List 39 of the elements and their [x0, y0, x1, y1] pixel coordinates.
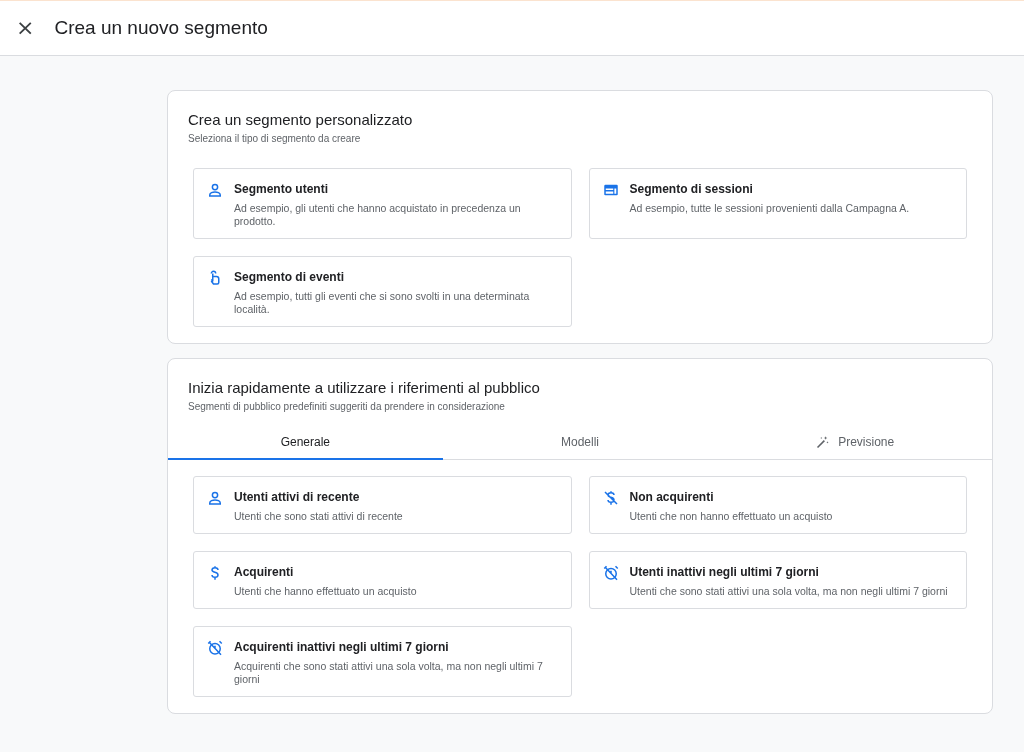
card-title: Non acquirenti — [629, 490, 715, 504]
segment-card[interactable]: Segmento di eventi Ad esempio, tutti gli eventi che si sono svolti in una determinata località. — [193, 256, 572, 327]
segment-card[interactable]: Acquirenti Utenti che hanno effettuato un acquisto — [193, 551, 572, 609]
crossed-alarm-clock-icon — [601, 564, 620, 582]
card-title: Acquirenti — [234, 565, 295, 579]
close-button[interactable]: × — [14, 17, 37, 39]
segment-card[interactable]: Segmento di sessioni Ad esempio, tutte le sessioni provenienti dalla Campagna A. — [588, 168, 967, 239]
panel-subtitle: Segmenti di pubblico predefiniti suggeriti da prendere in considerazione — [188, 401, 506, 412]
card-title: Segmento utenti — [234, 182, 329, 196]
card-description: Ad esempio, tutti gli eventi che si sono svolti in una determinata località. — [234, 290, 531, 316]
crossed-alarm-clock-icon — [206, 639, 224, 657]
segment-card[interactable]: Non acquirenti Utenti che non hanno effettuato un acquisto — [588, 476, 967, 534]
tab[interactable]: Generale — [168, 426, 443, 460]
panel-title: Inizia rapidamente a utilizzare i riferimenti al pubblico — [188, 379, 541, 396]
card-description: Utenti che sono stati attivi una sola volta, ma non negli ultimi 7 giorni — [629, 585, 948, 598]
magic-wand-icon — [815, 434, 831, 450]
card-description: Ad esempio, gli utenti che hanno acquistato in precedenza un prodotto. — [234, 202, 522, 228]
card-description: Acquirenti che sono stati attivi una sola volta, ma non negli ultimi 7 giorni — [234, 660, 544, 686]
panel-title: Crea un segmento personalizzato — [188, 111, 414, 128]
segment-card[interactable]: Utenti inattivi negli ultimi 7 giorni Utenti che sono stati attivi una sola volta, ma non negli ultimi 7 giorni — [588, 551, 967, 609]
card-title: Acquirenti inattivi negli ultimi 7 giorni — [234, 640, 450, 654]
panel-subtitle: Seleziona il tipo di segmento da creare — [188, 133, 362, 144]
segment-card[interactable]: Acquirenti inattivi negli ultimi 7 giorni Acquirenti che sono stati attivi una sola volta, ma non negli ultimi 7 giorni — [193, 626, 572, 697]
card-title: Segmento di eventi — [234, 270, 346, 284]
card-description: Ad esempio, tutte le sessioni provenienti dalla Campagna A. — [629, 202, 910, 215]
crossed-dollar-icon — [601, 489, 620, 507]
card-description: Utenti che sono stati attivi di recente — [234, 510, 403, 523]
card-title: Utenti inattivi negli ultimi 7 giorni — [629, 565, 820, 579]
person-icon — [206, 181, 224, 199]
segment-card[interactable]: Utenti attivi di recente Utenti che sono stati attivi di recente — [193, 476, 572, 534]
page-title: Crea un nuovo segmento — [54, 17, 268, 39]
segment-card[interactable]: Segmento utenti Ad esempio, gli utenti che hanno acquistato in precedenza un prodotto. — [193, 168, 572, 239]
card-title: Segmento di sessioni — [629, 182, 754, 196]
card-title: Utenti attivi di recente — [234, 490, 361, 504]
card-description: Utenti che hanno effettuato un acquisto — [234, 585, 417, 598]
card-description: Utenti che non hanno effettuato un acquisto — [629, 510, 833, 523]
tab[interactable]: Previsione — [717, 426, 992, 460]
person-icon — [206, 489, 224, 507]
tab[interactable]: Modelli — [442, 426, 718, 460]
